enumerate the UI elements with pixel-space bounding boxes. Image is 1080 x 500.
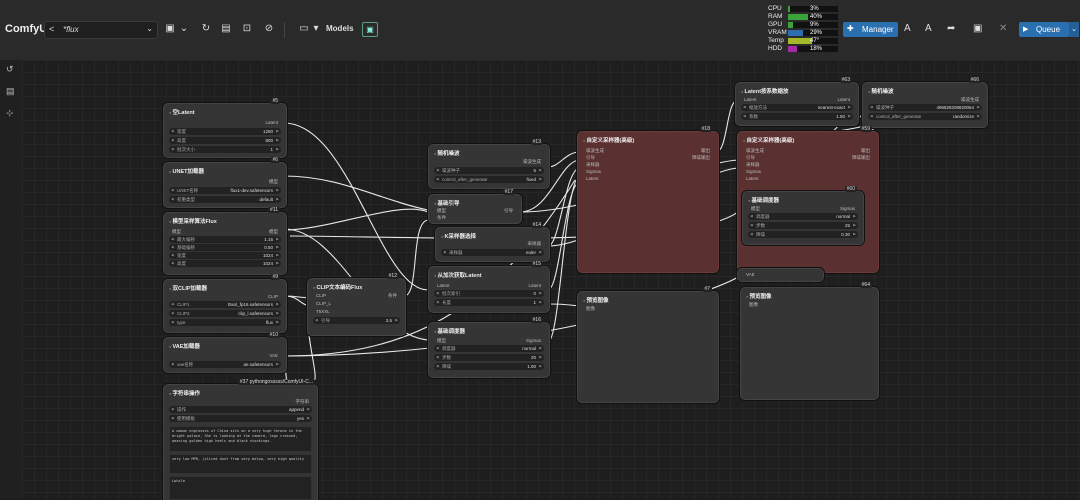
widget-unet-name[interactable]: UNET名称flux1-dev.safetensors [169,187,281,194]
widget-length[interactable]: 长度1 [434,299,544,306]
translate-alt-icon[interactable]: A [925,23,932,34]
widget-upscale-method[interactable]: 缩放方法nearest-exact [741,104,853,111]
node-latent-upscale-by[interactable]: #63 Latent按系数缩放 Latent Latent 缩放方法neares… [735,77,859,126]
widget-steps[interactable]: 步数25 [748,222,858,229]
widget-control-after-generate[interactable]: control_after_generaterandomize [868,113,982,120]
widget-scheduler[interactable]: 调度器normal [434,345,544,352]
share-icon: < [49,24,55,34]
save-dropdown-icon[interactable]: ⌄ [177,22,191,36]
puzzle-icon: ✚ [847,24,854,33]
widget-height[interactable]: 高度1024 [169,260,281,267]
node-random-noise[interactable]: #13 随机噪波 噪波生成 噪波种子5 control_after_genera… [428,139,550,189]
widget-width[interactable]: 宽度1280 [169,128,281,135]
translate-icon[interactable]: A [904,23,911,34]
widget-denoise[interactable]: 降噪0.30 [748,231,858,238]
widget-denoise[interactable]: 降噪1.00 [434,363,544,370]
widget-sampler-name[interactable]: 采样器euler [441,249,544,256]
widget-height[interactable]: 高度800 [169,137,281,144]
workflow-selector[interactable]: < *flux ⌄ [44,21,158,39]
window-icon[interactable]: ▣ [973,23,982,34]
widget-control-after-generate[interactable]: control_after_generatefixed [434,176,544,183]
node-library-icon[interactable]: ⊹ [6,108,14,119]
queue-dropdown-icon[interactable]: ⌄ [1069,22,1079,37]
widget-noise-seed[interactable]: 噪波种子496828208820064 [868,104,982,111]
queue-list-icon[interactable]: ▤ [6,86,15,97]
prompt-textarea-2[interactable]: very low MPR, (sliced dust from very bel… [169,454,312,474]
manager-button[interactable]: ✚ Manager [843,22,898,37]
prompt-textarea-1[interactable]: A woman engrosses of China sits on a ver… [169,426,312,452]
widget-operation[interactable]: 操作append [169,406,312,413]
queue-button[interactable]: ▶ Queue [1019,22,1069,37]
node-clip-text-encode-flux[interactable]: #12 CLIP文本编码Flux CLIP CLIP_L T5XXL 条件 引导… [307,273,406,336]
widget-use-template[interactable]: 使用模板yes [169,415,312,422]
node-vae-loader[interactable]: #10 VAE加载器 VAE vae名称ae.safetensors [163,332,287,373]
widget-clip1[interactable]: CLIP1t5xxl_fp16.safetensors [169,301,281,308]
widget-width[interactable]: 宽度1024 [169,252,281,259]
close-icon[interactable]: ✕ [999,23,1007,34]
node-basic-scheduler-2[interactable]: #60 基础调度器 模型 Sigmas 调度器normal 步数25 降噪0.3… [742,186,864,245]
widget-scale-by[interactable]: 系数1.50 [741,113,853,120]
widget-guidance[interactable]: 引导3.5 [313,317,400,324]
widget-vae-name[interactable]: vae名称ae.safetensors [169,361,281,368]
widget-base-shift[interactable]: 基础偏移0.50 [169,244,281,251]
widget-type[interactable]: typeflux [169,319,281,326]
node-vae-decode[interactable]: VAE [737,268,824,282]
history-icon[interactable]: ↺ [6,64,14,75]
node-model-sampling-flux[interactable]: #11 模型采样算法Flux 模型 模型 最大偏移1.15 基础偏移0.50 宽… [163,207,287,275]
node-dual-clip-loader[interactable]: #9 双CLIP加载器 CLIP CLIP1t5xxl_fp16.safeten… [163,274,287,333]
share-arrow-icon[interactable]: ➦ [947,23,955,34]
fit-view-icon[interactable]: ⊡ [240,22,254,36]
node-random-noise-2[interactable]: #66 随机噪波 噪波生成 噪波种子496828208820064 contro… [862,77,988,128]
widget-clip2[interactable]: CLIP2clip_l.safetensors [169,310,281,317]
chevron-down-icon: ⌄ [146,24,153,33]
models-panel-icon[interactable]: ▣ [362,22,378,37]
workflow-name: *flux [63,25,79,34]
save-icon[interactable]: ▣ [163,22,177,36]
prompt-textarea-3[interactable]: Lphile [169,476,312,500]
widget-scheduler[interactable]: 调度器normal [748,213,858,220]
node-preview-image-1[interactable]: #7 预览图像 图像 [577,286,719,403]
node-basic-scheduler[interactable]: #16 基础调度器 模型 Sigmas 调度器normal 步数20 降噪1.0… [428,317,550,378]
widget-batch-index[interactable]: 批次索引0 [434,290,544,297]
widget-steps[interactable]: 步数20 [434,354,544,361]
node-latent-from-batch[interactable]: #15 从加次获取Latent Latent Latent 批次索引0 长度1 [428,261,550,313]
node-unet-loader[interactable]: #6 UNET加载器 模型 UNET名称flux1-dev.safetensor… [163,157,287,208]
widget-noise-seed[interactable]: 噪波种子5 [434,167,544,174]
left-sidebar: ↺ ▤ ⊹ [0,60,23,499]
folder-dropdown-icon[interactable]: ▾ [309,22,323,36]
models-button[interactable]: Models [326,24,354,33]
node-basic-guider[interactable]: #17 基础引导 模型 条件 引导 [428,189,522,224]
node-preview-image-2[interactable]: #64 预览图像 图像 [740,282,879,400]
node-custom-sampler-advanced[interactable]: #18 自定义采样器(高级) 噪波生成 引导 采样器 Sigmas Latent… [577,126,719,273]
widget-weight-dtype[interactable]: 权重类型default [169,196,281,203]
clear-icon[interactable]: ⊘ [262,22,276,36]
refresh-icon[interactable]: ↻ [199,22,213,36]
top-menu-bar: ComfyUI < *flux ⌄ ▣ ⌄ ↻ ▤ ⊡ ⊘ ▭ ▾ Models… [0,0,1080,61]
node-empty-latent[interactable]: #5 空Latent Latent 宽度1280 高度800 批次大小1 [163,98,287,158]
node-ksampler-select[interactable]: #14 K采样器选择 采样器 采样器euler [435,222,550,262]
widget-batch-size[interactable]: 批次大小1 [169,146,281,153]
node-string-operation[interactable]: #37 pythongosssss/ComfyUI-C... 字符串操作 字符串… [163,379,318,500]
widget-max-shift[interactable]: 最大偏移1.15 [169,236,281,243]
clipboard-icon[interactable]: ▤ [219,22,233,36]
play-icon: ▶ [1023,26,1029,33]
